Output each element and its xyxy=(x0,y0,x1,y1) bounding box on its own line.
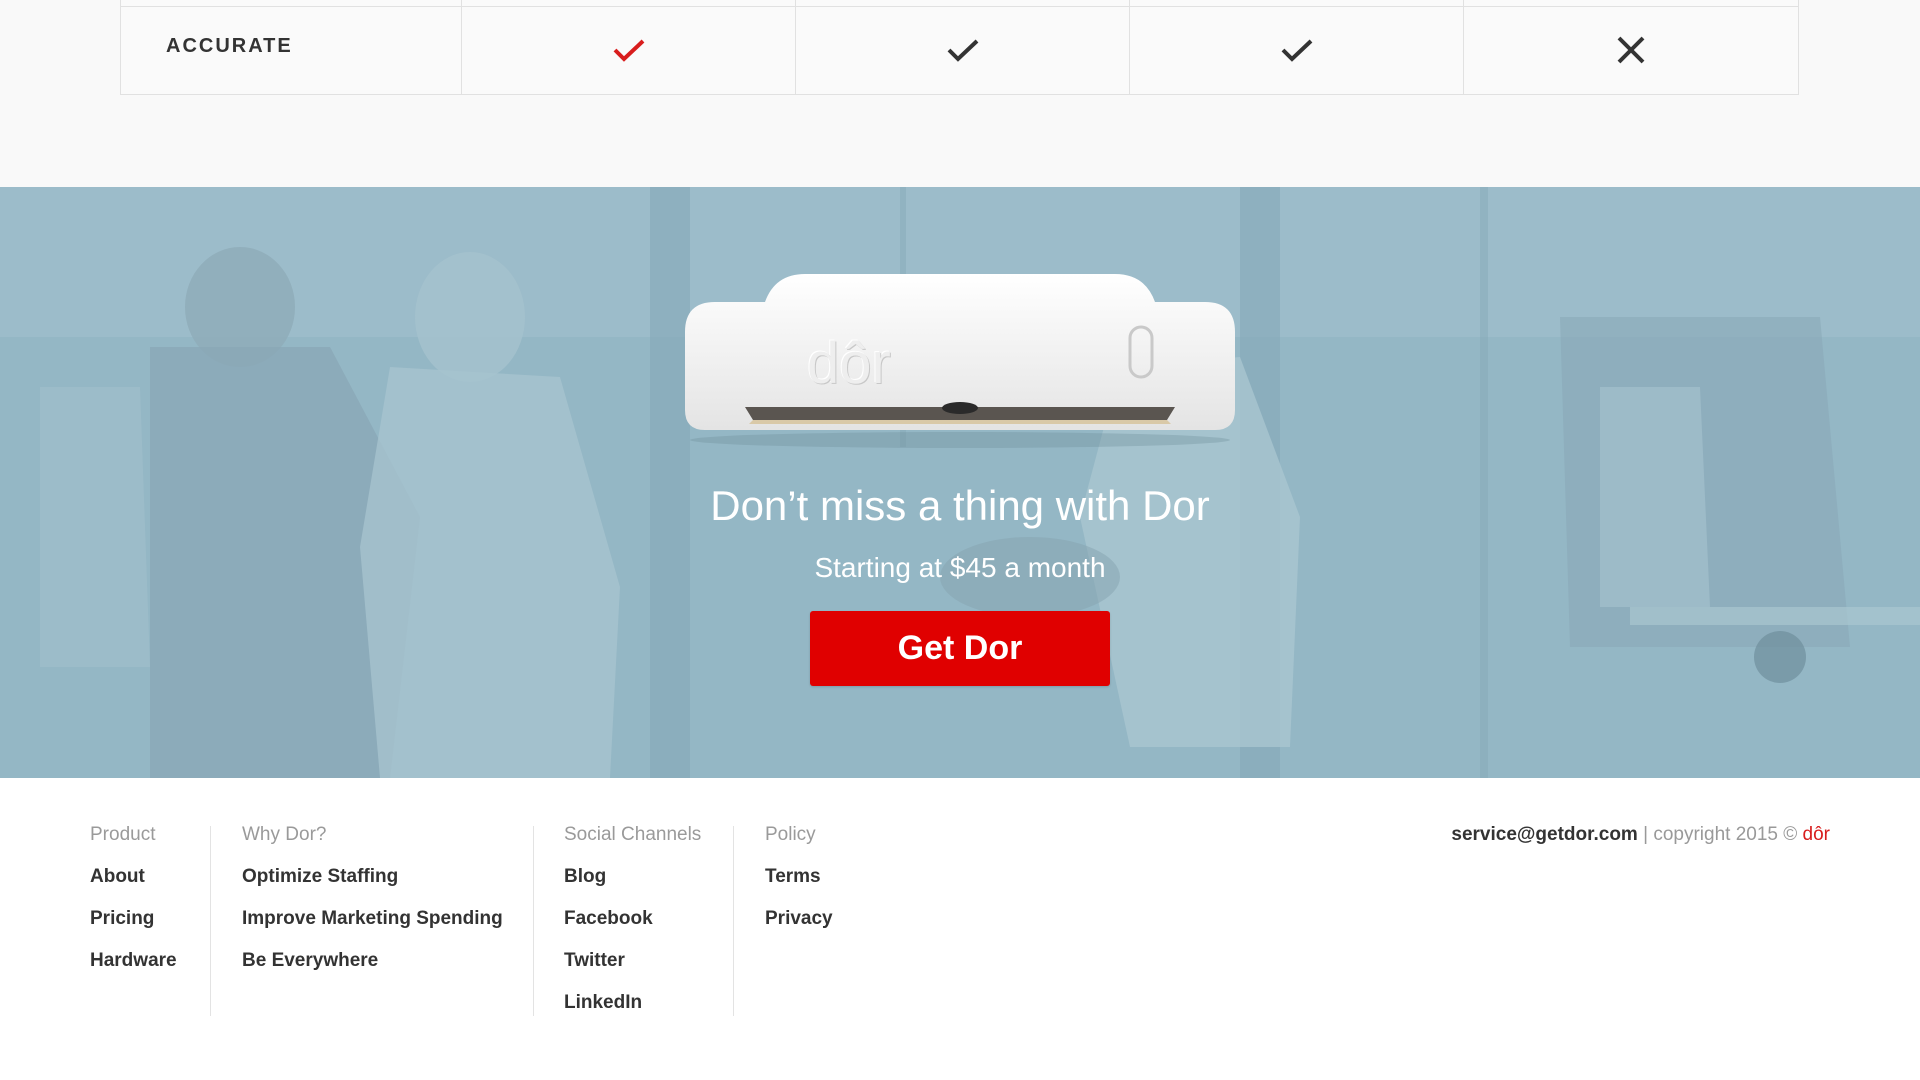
comparison-section: ACCURATE xyxy=(0,0,1920,187)
pricing-subtitle: Starting at $45 a month xyxy=(814,552,1106,583)
footer-link-blog[interactable]: Blog xyxy=(564,865,701,907)
comparison-cell xyxy=(1463,0,1798,94)
footer-heading: Product xyxy=(90,824,156,845)
footer-link-hardware[interactable]: Hardware xyxy=(90,949,177,991)
footer-divider xyxy=(210,826,211,1016)
cta-hero-section: dôr Don’t miss a thing with Dor Starting… xyxy=(0,187,1920,778)
check-icon xyxy=(612,37,646,68)
dor-device-image: dôr xyxy=(675,272,1245,452)
site-footer: Product About Pricing Hardware Why Dor? … xyxy=(0,778,1920,1080)
cross-icon xyxy=(1616,35,1646,70)
comparison-cell xyxy=(461,0,795,94)
check-icon xyxy=(1280,37,1314,68)
brand-logo-text: dôr xyxy=(1802,824,1830,845)
footer-copyright: service@getdor.com | copyright 2015 © dô… xyxy=(1451,823,1830,847)
footer-column-policy: Policy Terms Privacy xyxy=(765,823,833,949)
contact-email-link[interactable]: service@getdor.com xyxy=(1451,824,1637,845)
footer-link-about[interactable]: About xyxy=(90,865,177,907)
footer-column-social: Social Channels Blog Facebook Twitter Li… xyxy=(564,823,701,1033)
copyright-text: | copyright 2015 © xyxy=(1637,824,1803,845)
footer-column-why-dor: Why Dor? Optimize Staffing Improve Marke… xyxy=(242,823,503,991)
footer-link-linkedin[interactable]: LinkedIn xyxy=(564,991,701,1033)
footer-divider xyxy=(733,826,734,1016)
comparison-cell xyxy=(795,0,1129,94)
cta-headline: Don’t miss a thing with Dor xyxy=(710,482,1210,529)
footer-heading: Why Dor? xyxy=(242,824,327,845)
row-label-accurate: ACCURATE xyxy=(166,34,293,57)
footer-divider xyxy=(533,826,534,1016)
footer-link-privacy[interactable]: Privacy xyxy=(765,907,833,949)
footer-link-be-everywhere[interactable]: Be Everywhere xyxy=(242,949,503,991)
comparison-table: ACCURATE xyxy=(120,0,1799,95)
footer-link-optimize-staffing[interactable]: Optimize Staffing xyxy=(242,865,503,907)
check-icon xyxy=(946,37,980,68)
get-dor-button[interactable]: Get Dor xyxy=(810,611,1110,686)
device-logo: dôr xyxy=(807,331,891,396)
footer-link-pricing[interactable]: Pricing xyxy=(90,907,177,949)
footer-column-product: Product About Pricing Hardware xyxy=(90,823,177,991)
footer-heading: Social Channels xyxy=(564,824,702,845)
footer-link-improve-marketing[interactable]: Improve Marketing Spending xyxy=(242,907,503,949)
footer-link-facebook[interactable]: Facebook xyxy=(564,907,701,949)
comparison-cell xyxy=(1129,0,1463,94)
footer-link-terms[interactable]: Terms xyxy=(765,865,833,907)
footer-heading: Policy xyxy=(765,824,816,845)
footer-link-twitter[interactable]: Twitter xyxy=(564,949,701,991)
